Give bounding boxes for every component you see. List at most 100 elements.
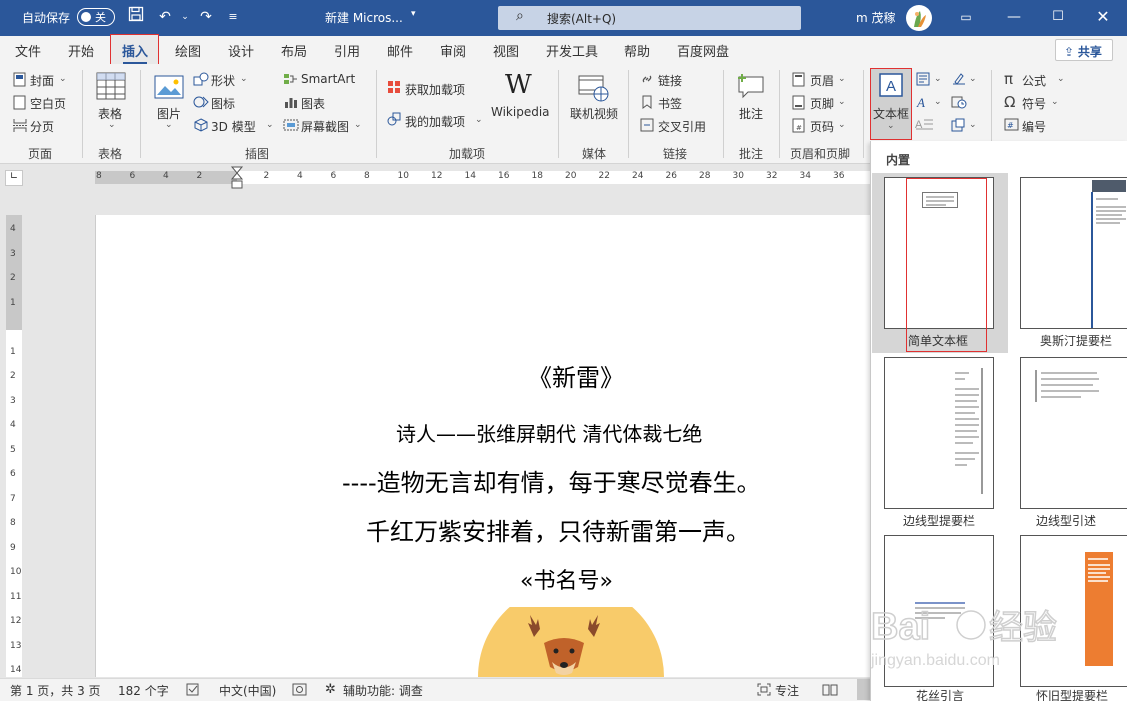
numbering-button[interactable]: 编号: [1022, 118, 1046, 135]
table-dropdown-icon[interactable]: ⌄: [108, 120, 116, 130]
page-break-button[interactable]: 分页: [30, 118, 54, 135]
language[interactable]: 中文(中国): [219, 682, 276, 699]
bookmark-button[interactable]: 书签: [658, 95, 682, 112]
quick-parts-icon[interactable]: [916, 72, 930, 89]
cover-page-button[interactable]: 封面: [30, 72, 54, 89]
tab-mailings[interactable]: 邮件: [387, 41, 413, 60]
object-dropdown-icon[interactable]: ⌄: [969, 120, 977, 130]
maximize-icon[interactable]: ☐: [1047, 6, 1069, 28]
poem-line-2[interactable]: 千红万紫安排着，只待新雷第一声。: [366, 512, 750, 547]
shapes-button[interactable]: 形状: [211, 72, 235, 89]
cross-reference-button[interactable]: 交叉引用: [658, 118, 706, 135]
tab-insert[interactable]: 插入: [122, 41, 148, 60]
textbox-button[interactable]: A 文本框 ⌄: [870, 68, 912, 140]
online-video-button[interactable]: 联机视频: [570, 105, 618, 122]
tab-file[interactable]: 文件: [15, 41, 41, 60]
print-layout-icon[interactable]: [857, 679, 870, 700]
icons-button[interactable]: 图标: [211, 95, 235, 112]
deer-illustration[interactable]: [476, 607, 666, 677]
wikipedia-button[interactable]: Wikipedia: [491, 105, 550, 119]
accessibility-status[interactable]: 辅助功能: 调查: [343, 682, 423, 699]
document-title[interactable]: 新建 Micros...: [325, 9, 403, 26]
gallery-item-sideline-quote[interactable]: 边线型引述: [1011, 353, 1127, 533]
customize-toolbar-icon[interactable]: ≡: [222, 6, 244, 28]
gallery-item-simple-textbox[interactable]: 简单文本框: [872, 173, 1008, 353]
header-button[interactable]: 页眉: [810, 72, 834, 89]
proofing-icon[interactable]: [186, 683, 200, 699]
wordart-dropdown-icon[interactable]: ⌄: [934, 97, 942, 107]
tab-selector[interactable]: ∟: [5, 170, 23, 186]
blank-page-button[interactable]: 空白页: [30, 95, 66, 112]
gallery-item-sideline-sidebar[interactable]: 边线型提要栏: [872, 353, 1008, 533]
tab-design[interactable]: 设计: [228, 41, 254, 60]
footer-dropdown-icon[interactable]: ⌄: [838, 97, 846, 107]
symbol-dropdown-icon[interactable]: ⌄: [1051, 97, 1059, 107]
signature-line-icon[interactable]: [951, 72, 967, 89]
header-dropdown-icon[interactable]: ⌄: [838, 74, 846, 84]
equation-button[interactable]: 公式: [1022, 72, 1046, 89]
redo-icon[interactable]: ↷: [195, 6, 217, 28]
drop-cap-icon[interactable]: A: [914, 117, 934, 134]
close-icon[interactable]: ✕: [1092, 6, 1114, 28]
3d-dropdown-icon[interactable]: ⌄: [266, 120, 274, 130]
tab-layout[interactable]: 布局: [281, 41, 307, 60]
get-addins-button[interactable]: 获取加载项: [405, 81, 465, 98]
cover-dropdown-icon[interactable]: ⌄: [59, 74, 67, 84]
share-button[interactable]: ⇪ 共享: [1055, 39, 1113, 61]
tab-baidu[interactable]: 百度网盘: [677, 41, 729, 60]
page-count[interactable]: 第 1 页，共 3 页: [10, 682, 101, 699]
picture-dropdown-icon[interactable]: ⌄: [165, 120, 173, 130]
minimize-icon[interactable]: —: [1003, 6, 1025, 28]
my-addins-button[interactable]: 我的加载项: [405, 113, 465, 130]
focus-button[interactable]: 专注: [775, 682, 799, 699]
tab-references[interactable]: 引用: [334, 41, 360, 60]
word-count[interactable]: 182 个字: [118, 682, 169, 699]
page-number-button[interactable]: 页码: [810, 118, 834, 135]
tab-view[interactable]: 视图: [493, 41, 519, 60]
link-button[interactable]: 链接: [658, 72, 682, 89]
signature-dropdown-icon[interactable]: ⌄: [969, 74, 977, 84]
gallery-item-austin-sidebar[interactable]: 奥斯汀提要栏: [1011, 173, 1127, 353]
tab-review[interactable]: 审阅: [440, 41, 466, 60]
symbol-button[interactable]: 符号: [1022, 95, 1046, 112]
avatar[interactable]: [906, 5, 932, 31]
read-mode-icon[interactable]: [822, 683, 838, 699]
page-number-dropdown-icon[interactable]: ⌄: [838, 120, 846, 130]
3d-model-button[interactable]: 3D 模型: [211, 118, 256, 135]
date-time-icon[interactable]: [951, 95, 967, 112]
chart-button[interactable]: 图表: [301, 95, 325, 112]
autosave-toggle[interactable]: 关: [77, 8, 115, 26]
poem-title[interactable]: 《新雷》: [528, 358, 624, 393]
tab-developer[interactable]: 开发工具: [546, 41, 598, 60]
save-icon[interactable]: [125, 6, 147, 28]
screenshot-dropdown-icon[interactable]: ⌄: [354, 120, 362, 130]
ribbon-display-icon[interactable]: ▭: [955, 6, 977, 28]
user-name[interactable]: m 茂稼: [856, 9, 896, 26]
undo-dropdown-icon[interactable]: ⌄: [174, 6, 196, 28]
tab-help[interactable]: 帮助: [624, 41, 650, 60]
undo-icon[interactable]: ↶: [154, 6, 176, 28]
wordart-icon[interactable]: A: [916, 95, 930, 112]
document-page[interactable]: 《新雷》 诗人——张维屏朝代 清代体裁七绝 ----造物无言却有情，每于寒尽觉春…: [95, 215, 870, 677]
macro-icon[interactable]: [292, 683, 307, 699]
screenshot-button[interactable]: 屏幕截图: [301, 118, 349, 135]
indent-marker-icon[interactable]: [230, 166, 244, 195]
title-dropdown-icon[interactable]: ▾: [411, 9, 416, 19]
tab-draw[interactable]: 绘图: [175, 41, 201, 60]
equation-dropdown-icon[interactable]: ⌄: [1057, 74, 1065, 84]
selection-highlight: [906, 178, 987, 352]
search-box[interactable]: ⌕ 搜索(Alt+Q): [498, 6, 801, 30]
smartart-button[interactable]: SmartArt: [301, 72, 355, 86]
poem-author[interactable]: 诗人——张维屏朝代 清代体裁七绝: [396, 418, 702, 447]
my-addins-dropdown-icon[interactable]: ⌄: [475, 115, 483, 125]
shapes-dropdown-icon[interactable]: ⌄: [240, 74, 248, 84]
quick-parts-dropdown-icon[interactable]: ⌄: [934, 74, 942, 84]
footer-button[interactable]: 页脚: [810, 95, 834, 112]
poem-line-3[interactable]: «书名号»: [520, 563, 613, 595]
tab-home[interactable]: 开始: [68, 41, 94, 60]
poem-line-1[interactable]: ----造物无言却有情，每于寒尽觉春生。: [342, 463, 761, 498]
object-icon[interactable]: [951, 118, 967, 135]
accessibility-icon[interactable]: ✲: [325, 682, 336, 697]
comment-button[interactable]: 批注: [739, 105, 763, 122]
focus-icon[interactable]: [757, 683, 771, 699]
